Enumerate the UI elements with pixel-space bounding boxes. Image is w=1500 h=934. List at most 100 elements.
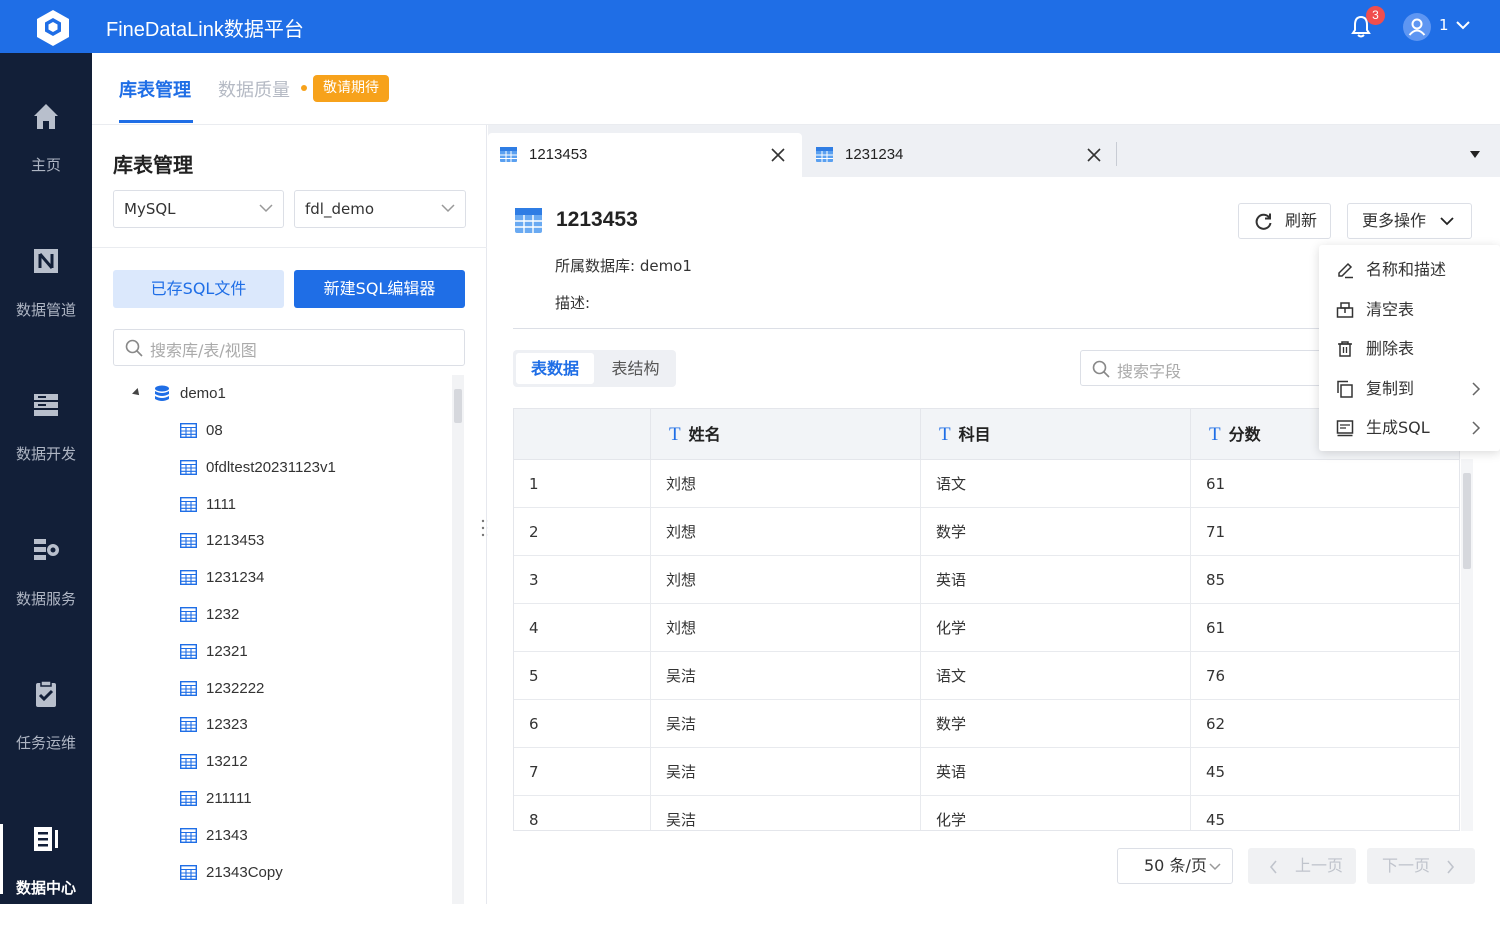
table-cell: 45 [1190, 748, 1459, 796]
db-name-select[interactable]: fdl_demo [294, 190, 466, 228]
menu-item-generate-sql[interactable]: 生成SQL [1319, 408, 1500, 447]
table-scrollbar[interactable] [1461, 459, 1473, 831]
table-row[interactable]: 6 吴洁 数学 62 [514, 700, 1459, 748]
tree-node-table[interactable]: 211111 [180, 780, 440, 817]
menu-item-copy-to[interactable]: 复制到 [1319, 369, 1500, 408]
text-type-icon: T [939, 424, 951, 445]
tree-node-table[interactable]: 1231234 [180, 559, 440, 596]
tab-table-data[interactable]: 表数据 [516, 353, 594, 384]
table-icon [180, 680, 197, 696]
table-row[interactable]: 5 吴洁 语文 76 [514, 652, 1459, 700]
tree-node-table[interactable]: 1232 [180, 596, 440, 633]
tree-node-table[interactable]: 21343 [180, 817, 440, 854]
column-header[interactable]: T 科目 [920, 409, 1190, 460]
chevron-down-icon[interactable] [1455, 18, 1471, 32]
tree-node-table[interactable]: 1213453 [180, 522, 440, 559]
tab-table-structure[interactable]: 表结构 [598, 353, 673, 384]
tree-node-database[interactable]: demo1 [132, 375, 432, 412]
close-icon[interactable] [1086, 147, 1102, 163]
menu-item-clear-table[interactable]: 清空表 [1319, 290, 1500, 329]
menu-item-rename[interactable]: 名称和描述 [1319, 250, 1500, 289]
table-row[interactable]: 8 吴洁 化学 45 [514, 796, 1459, 830]
table-icon [180, 570, 197, 586]
tree-node-table[interactable]: 12321 [180, 633, 440, 670]
tab-data-quality[interactable]: 数据质量 [218, 76, 290, 102]
new-sql-editor-button[interactable]: 新建SQL编辑器 [294, 270, 465, 308]
tree-node-table[interactable]: 1111 [180, 486, 440, 523]
row-number-header [514, 409, 650, 460]
tree-scrollbar[interactable] [452, 375, 464, 904]
chevron-down-icon [1209, 863, 1221, 871]
table-icon [180, 643, 197, 659]
refresh-button[interactable]: 刷新 [1238, 203, 1331, 239]
tree-node-label: 12323 [206, 716, 248, 734]
more-actions-menu: 名称和描述 清空表 删除表 复制到 生成SQL [1319, 245, 1500, 451]
close-icon[interactable] [770, 147, 786, 163]
tree-node-table[interactable]: 21343Copy [180, 854, 440, 891]
panel-title: 库表管理 [113, 153, 193, 177]
chevron-right-icon [1472, 421, 1481, 435]
nav-item-dev[interactable]: 数据开发 [0, 390, 92, 500]
tree-node-table[interactable]: 0fdltest20231123v1 [180, 449, 440, 486]
table-cell: 45 [1190, 796, 1459, 830]
table-cell: 语文 [920, 652, 1190, 700]
divider [92, 247, 487, 248]
tree-node-table[interactable]: 12323 [180, 706, 440, 743]
next-page-button[interactable]: 下一页 [1367, 848, 1475, 884]
column-header[interactable]: T 姓名 [650, 409, 920, 460]
nav-item-service[interactable]: 数据服务 [0, 535, 92, 645]
row-number-cell: 1 [529, 475, 539, 493]
table-row[interactable]: 7 吴洁 英语 45 [514, 748, 1459, 796]
table-row[interactable]: 2 刘想 数学 71 [514, 508, 1459, 556]
db-type-select[interactable]: MySQL [113, 190, 284, 228]
table-cell: 吴洁 [650, 700, 920, 748]
menu-item-delete-table[interactable]: 删除表 [1319, 329, 1500, 368]
tree-node-label: 211111 [206, 790, 252, 807]
table-row[interactable]: 4 刘想 化学 61 [514, 604, 1459, 652]
search-icon [125, 339, 143, 357]
tab-1231234[interactable]: 1231234 [804, 133, 1118, 177]
app-title: FineDataLink数据平台 [106, 19, 304, 41]
database-label: 所属数据库: demo1 [555, 257, 692, 275]
tree-node-table[interactable]: 08 [180, 412, 440, 449]
avatar[interactable] [1403, 13, 1431, 41]
tree-node-label: 13212 [206, 753, 248, 771]
table-icon [180, 496, 197, 512]
field-search-input[interactable]: 搜索字段 [1080, 350, 1340, 386]
tab-table-management[interactable]: 库表管理 [119, 76, 191, 102]
tree-node-table[interactable]: 13212 [180, 743, 440, 780]
prev-page-button[interactable]: 上一页 [1248, 848, 1356, 884]
scrollbar-thumb[interactable] [1463, 473, 1471, 569]
db-tree: demo1 08 0fdltest20231123v1 1111 1213453 123… [92, 375, 452, 904]
row-number-cell: 4 [529, 619, 539, 637]
caret-down-icon[interactable] [1469, 150, 1481, 159]
scrollbar-thumb[interactable] [454, 389, 462, 423]
next-label: 下一页 [1382, 856, 1431, 875]
nav-item-ops[interactable]: 任务运维 [0, 679, 92, 789]
nav-item-datacenter[interactable]: 数据中心 [0, 824, 92, 934]
table-row[interactable]: 1 刘想 语文 61 [514, 460, 1459, 508]
tab-1213453[interactable]: 1213453 [488, 133, 802, 177]
more-actions-button[interactable]: 更多操作 [1347, 203, 1472, 239]
table-icon [180, 864, 197, 880]
saved-sql-button[interactable]: 已存SQL文件 [113, 270, 284, 308]
tree-node-label: 21343 [206, 826, 248, 844]
more-actions-label: 更多操作 [1362, 211, 1427, 230]
page-size-select[interactable]: 50 条/页 [1117, 848, 1233, 884]
app-logo-icon[interactable] [33, 8, 73, 48]
description-label: 描述: [555, 294, 591, 312]
menu-label: 名称和描述 [1366, 260, 1447, 279]
table-icon [180, 607, 197, 622]
nav-item-pipeline[interactable]: 数据管道 [0, 246, 92, 356]
table-cell: 化学 [920, 796, 1190, 830]
tree-search-input[interactable]: 搜索库/表/视图 [113, 329, 465, 366]
table-cell: 62 [1190, 700, 1459, 748]
user-name[interactable]: 1 [1439, 16, 1449, 34]
nav-item-home[interactable]: 主页 [0, 101, 92, 211]
search-placeholder: 搜索库/表/视图 [150, 341, 257, 360]
chevron-down-icon [259, 204, 273, 213]
row-number-cell: 8 [529, 811, 539, 829]
tree-node-table[interactable]: 1232222 [180, 670, 440, 707]
tree-node-label: 12321 [206, 642, 248, 660]
table-row[interactable]: 3 刘想 英语 85 [514, 556, 1459, 604]
